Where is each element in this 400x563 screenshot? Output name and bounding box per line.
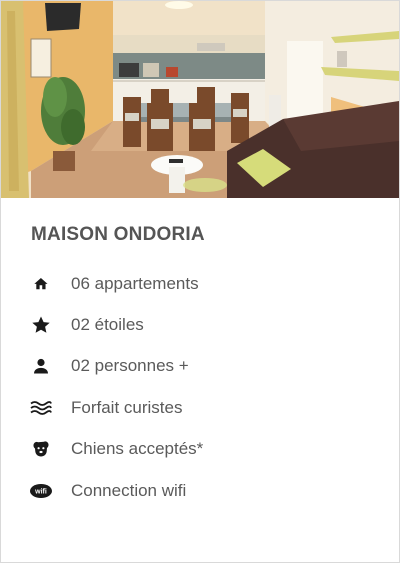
feature-label: Chiens acceptés* — [71, 439, 204, 459]
feature-list: 06 appartements 02 étoiles 02 personnes … — [29, 263, 203, 511]
feature-item-apartments: 06 appartements — [29, 263, 203, 304]
accommodation-card: MAISON ONDORIA 06 appartements 02 étoile… — [0, 0, 400, 563]
feature-label: 06 appartements — [71, 273, 199, 293]
svg-text:wifi: wifi — [34, 488, 47, 495]
dog-icon — [29, 437, 53, 461]
feature-label: Connection wifi — [71, 480, 187, 500]
waves-icon — [29, 396, 53, 420]
feature-label: 02 personnes + — [71, 356, 189, 376]
property-title: MAISON ONDORIA — [31, 224, 205, 245]
feature-label: Forfait curistes — [71, 397, 183, 417]
star-icon — [29, 313, 53, 337]
feature-item-persons: 02 personnes + — [29, 346, 203, 387]
apartment-photo — [1, 1, 399, 198]
home-icon — [29, 272, 53, 296]
feature-label: 02 étoiles — [71, 315, 144, 335]
feature-item-dogs: Chiens acceptés* — [29, 429, 203, 470]
feature-item-stars: 02 étoiles — [29, 304, 203, 345]
feature-item-wifi: wifi Connection wifi — [29, 470, 203, 511]
wifi-icon: wifi — [29, 479, 53, 503]
feature-item-curistes: Forfait curistes — [29, 387, 203, 428]
person-icon — [29, 354, 53, 378]
